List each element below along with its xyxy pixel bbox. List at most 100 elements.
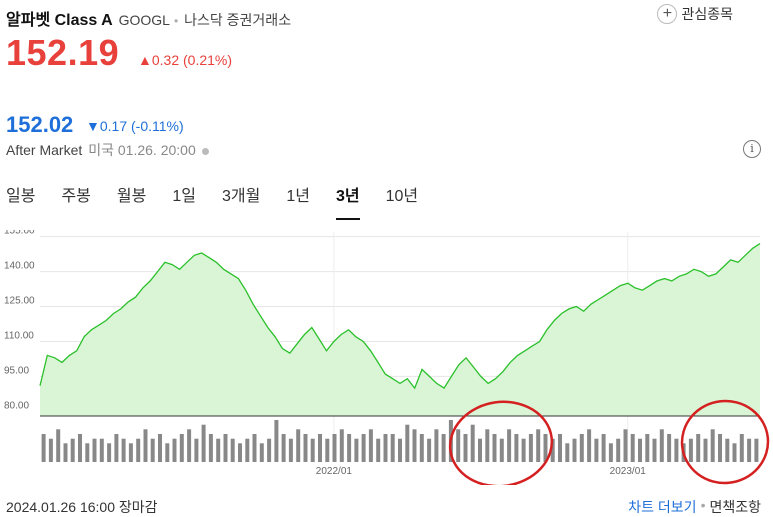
volume-bar <box>216 438 221 462</box>
volume-bar <box>572 438 577 462</box>
volume-bar <box>361 434 366 462</box>
x-tick-label: 2022/01 <box>316 466 353 477</box>
volume-bar <box>172 438 177 462</box>
volume-bar <box>303 434 308 462</box>
volume-bar <box>667 434 672 462</box>
volume-bar <box>143 429 148 462</box>
volume-bar <box>354 438 359 462</box>
tab-1y[interactable]: 1년 <box>286 182 310 220</box>
plus-icon: + <box>657 4 678 24</box>
volume-bars <box>41 420 759 462</box>
volume-bar <box>630 434 635 462</box>
volume-bar <box>405 424 410 462</box>
volume-bar <box>492 434 497 462</box>
volume-bar <box>376 438 381 462</box>
tab-daily[interactable]: 일봉 <box>6 182 35 220</box>
volume-bar <box>136 438 141 462</box>
price-change: ▲0.32 (0.21%) <box>138 52 233 68</box>
info-icon[interactable]: i <box>743 140 761 158</box>
volume-bar <box>419 434 424 462</box>
volume-bar <box>398 438 402 462</box>
volume-bar <box>238 443 242 462</box>
volume-bar <box>725 438 730 462</box>
volume-bar <box>56 429 61 462</box>
volume-bar <box>732 443 737 462</box>
price-chart[interactable]: 155.00 140.00 125.00 110.00 95.00 80.00 2022/… <box>0 230 773 485</box>
volume-bar <box>85 443 90 462</box>
volume-bar <box>201 424 206 462</box>
volume-bar <box>194 438 199 462</box>
volume-bar <box>179 434 184 462</box>
volume-bar <box>427 438 432 462</box>
volume-bar <box>514 434 519 462</box>
ticker-symbol: GOOGL <box>118 12 170 28</box>
y-axis-labels: 155.00 140.00 125.00 110.00 95.00 80.00 <box>4 230 35 411</box>
volume-bar <box>288 438 293 462</box>
stock-title: 알파벳 Class A GOOGL • 나스닥 증권거래소 <box>6 6 291 30</box>
tab-1d[interactable]: 1일 <box>172 182 196 220</box>
y-tick-label: 110.00 <box>4 330 34 341</box>
market-close-time: 2024.01.26 16:00 장마감 <box>6 499 158 515</box>
tab-10y[interactable]: 10년 <box>386 182 419 220</box>
y-tick-label: 155.00 <box>4 230 35 237</box>
y-tick-label: 80.00 <box>4 400 29 411</box>
volume-bar <box>114 434 119 462</box>
volume-bar <box>187 429 192 462</box>
volume-bar <box>616 438 621 462</box>
volume-bar <box>230 438 235 462</box>
y-tick-label: 95.00 <box>4 365 29 376</box>
more-chart-link[interactable]: 차트 더보기 <box>628 497 696 517</box>
after-market-price: 152.02 <box>6 112 74 137</box>
volume-bar <box>536 429 541 462</box>
volume-bar <box>368 429 373 462</box>
volume-bar <box>688 438 693 462</box>
volume-bar <box>48 438 53 462</box>
volume-bar <box>652 438 657 462</box>
volume-bar <box>645 434 650 462</box>
tab-3y[interactable]: 3년 <box>335 182 360 220</box>
volume-bar <box>594 438 599 462</box>
volume-bar <box>107 443 112 462</box>
volume-bar <box>718 434 722 462</box>
volume-bar <box>259 443 264 462</box>
after-market-change: ▼0.17 (-0.11%) <box>86 118 184 134</box>
volume-bar <box>208 434 213 462</box>
watchlist-button[interactable]: + 관심종목 <box>657 4 733 24</box>
volume-bar <box>318 434 322 462</box>
tab-3m[interactable]: 3개월 <box>222 182 260 220</box>
volume-bar <box>252 434 257 462</box>
volume-bar <box>41 434 46 462</box>
volume-bar <box>747 438 752 462</box>
volume-bar <box>99 438 104 462</box>
volume-bar <box>470 424 475 462</box>
volume-bar <box>121 438 126 462</box>
after-market-label: After Market <box>6 142 83 158</box>
disclaimer-link[interactable]: 면책조항 <box>709 497 761 517</box>
volume-bar <box>499 438 504 462</box>
volume-bar <box>659 429 664 462</box>
volume-bar <box>332 434 337 462</box>
volume-bar <box>456 429 461 462</box>
volume-bar <box>347 434 352 462</box>
volume-bar <box>165 443 170 462</box>
tab-weekly[interactable]: 주봉 <box>61 182 90 220</box>
after-market-info: After Market 미국 01.26. 20:00 <box>6 140 209 160</box>
volume-bar <box>434 429 439 462</box>
volume-bar <box>528 434 533 462</box>
volume-bar <box>565 443 570 462</box>
x-axis-labels: 2022/012023/012024/01 <box>316 466 646 477</box>
volume-bar <box>150 438 155 462</box>
volume-bar <box>245 438 250 462</box>
volume-bar <box>339 429 344 462</box>
volume-bar <box>223 434 228 462</box>
tab-monthly[interactable]: 월봉 <box>117 182 146 220</box>
after-market-time: 미국 01.26. 20:00 <box>88 142 196 158</box>
volume-bar <box>296 429 301 462</box>
stock-name: 알파벳 Class A <box>6 12 113 29</box>
volume-bar <box>587 429 592 462</box>
volume-bar <box>390 434 395 462</box>
volume-bar <box>281 434 286 462</box>
volume-bar <box>485 429 490 462</box>
period-tabs: 일봉 주봉 월봉 1일 3개월 1년 3년 10년 <box>6 182 444 220</box>
volume-bar <box>608 443 613 462</box>
